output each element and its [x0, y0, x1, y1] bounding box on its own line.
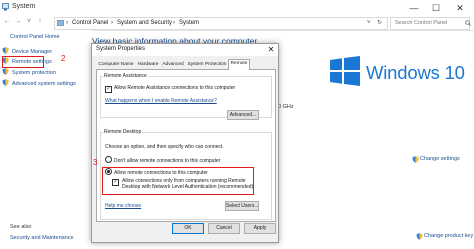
- remote-assistance-help-link[interactable]: What happens when I enable Remote Assist…: [105, 98, 217, 104]
- advanced-button[interactable]: Advanced...: [227, 110, 259, 120]
- allow-remote-assistance-label: Allow Remote Assistance connections to t…: [114, 85, 236, 91]
- sidebar-item-system-protection[interactable]: System protection: [2, 68, 56, 76]
- search-placeholder: Search Control Panel: [395, 20, 448, 26]
- tab-remote[interactable]: Remote: [228, 59, 250, 70]
- crumb-separator: ›: [111, 20, 113, 26]
- up-arrow-icon[interactable]: ↑: [35, 16, 45, 28]
- remote-tab-panel: Remote Assistance ✓ Allow Remote Assistan…: [96, 69, 276, 222]
- allow-remote-assistance-checkbox[interactable]: ✓: [105, 86, 112, 93]
- select-users-button[interactable]: Select Users...: [225, 201, 259, 211]
- allow-remote-assistance-row[interactable]: ✓ Allow Remote Assistance connections to …: [105, 85, 235, 93]
- tab-advanced[interactable]: Advanced: [160, 61, 186, 69]
- search-icon: [461, 20, 471, 26]
- remote-assistance-label: Remote Assistance: [103, 73, 148, 79]
- sidebar-item-label: System protection: [12, 70, 57, 76]
- annotation-step-2: 2: [61, 54, 66, 63]
- crumb-separator: ›: [173, 20, 175, 26]
- windows-logo-icon: [330, 56, 360, 86]
- control-panel-home-link[interactable]: Control Panel Home: [10, 34, 60, 40]
- security-maintenance-link[interactable]: Security and Maintenance: [10, 235, 74, 241]
- breadcrumb-system-security[interactable]: System and Security: [117, 18, 172, 29]
- sidebar-item-advanced-system-settings[interactable]: Advanced system settings: [2, 79, 76, 87]
- shield-icon: [2, 79, 9, 86]
- breadcrumb-system[interactable]: System: [179, 18, 199, 29]
- dont-allow-remote-label: Don't allow remote connections to this c…: [114, 158, 221, 164]
- tab-system-protection[interactable]: System Protection: [186, 61, 228, 69]
- change-settings-label: Change settings: [420, 156, 460, 162]
- refresh-icon[interactable]: ↻: [377, 18, 382, 29]
- tab-hardware[interactable]: Hardware: [136, 61, 160, 69]
- apply-button[interactable]: Apply: [244, 223, 276, 234]
- change-settings-link[interactable]: Change settings: [412, 156, 460, 163]
- dialog-titlebar: System Properties ✕: [92, 44, 278, 56]
- help-me-choose-link[interactable]: Help me choose: [105, 203, 141, 209]
- see-also-heading: See also: [10, 224, 32, 230]
- windows-10-logo: Windows 10: [330, 56, 465, 86]
- recent-chevron-icon[interactable]: ˅: [24, 16, 34, 28]
- annotation-highlight-remote-settings: [2, 56, 44, 68]
- shield-icon: [416, 233, 423, 240]
- window-titlebar: System — ☐ ✕: [0, 0, 474, 16]
- window-title: System: [12, 3, 36, 10]
- forward-arrow-icon[interactable]: →: [13, 16, 23, 28]
- system-app-icon: [2, 3, 9, 11]
- shield-icon: [2, 47, 9, 54]
- control-panel-icon: [57, 18, 64, 29]
- search-input[interactable]: Search Control Panel: [390, 17, 471, 30]
- remote-desktop-label: Remote Desktop: [103, 129, 143, 135]
- system-properties-dialog: System Properties ✕ Computer Name Hardwa…: [91, 43, 279, 243]
- annotation-highlight-allow-remote: [102, 167, 254, 195]
- choose-option-text: Choose an option, and then specify who c…: [105, 144, 224, 150]
- dialog-close-button[interactable]: ✕: [264, 44, 278, 56]
- shield-icon: [2, 68, 9, 75]
- close-button[interactable]: ✕: [450, 0, 470, 16]
- windows-10-wordmark: Windows 10: [366, 62, 465, 83]
- shield-icon: [412, 156, 419, 163]
- cancel-button[interactable]: Cancel: [208, 223, 240, 234]
- address-dropdown-icon[interactable]: ˅: [367, 18, 371, 29]
- change-product-key-label: Change product key: [424, 233, 474, 239]
- sidebar-item-label: Device Manager: [12, 49, 53, 55]
- address-box[interactable]: › Control Panel › System and Security › …: [54, 17, 388, 30]
- dont-allow-remote-radio[interactable]: [105, 156, 112, 163]
- back-arrow-icon[interactable]: ←: [2, 16, 12, 28]
- annotation-step-3: 3: [93, 158, 98, 167]
- crumb-separator: ›: [66, 20, 68, 26]
- maximize-button[interactable]: ☐: [426, 0, 446, 16]
- sidebar-item-device-manager[interactable]: Device Manager: [2, 47, 52, 55]
- breadcrumb-control-panel[interactable]: Control Panel: [72, 18, 108, 29]
- ok-button[interactable]: OK: [172, 223, 204, 234]
- dialog-title: System Properties: [96, 46, 146, 52]
- change-product-key-link[interactable]: Change product key: [416, 233, 474, 240]
- dont-allow-remote-row[interactable]: Don't allow remote connections to this c…: [105, 156, 220, 164]
- cpu-frequency: 0 GHz: [278, 104, 294, 110]
- minimize-button[interactable]: —: [404, 0, 424, 16]
- tab-computer-name[interactable]: Computer Name: [96, 61, 136, 69]
- sidebar-item-label: Advanced system settings: [12, 81, 76, 87]
